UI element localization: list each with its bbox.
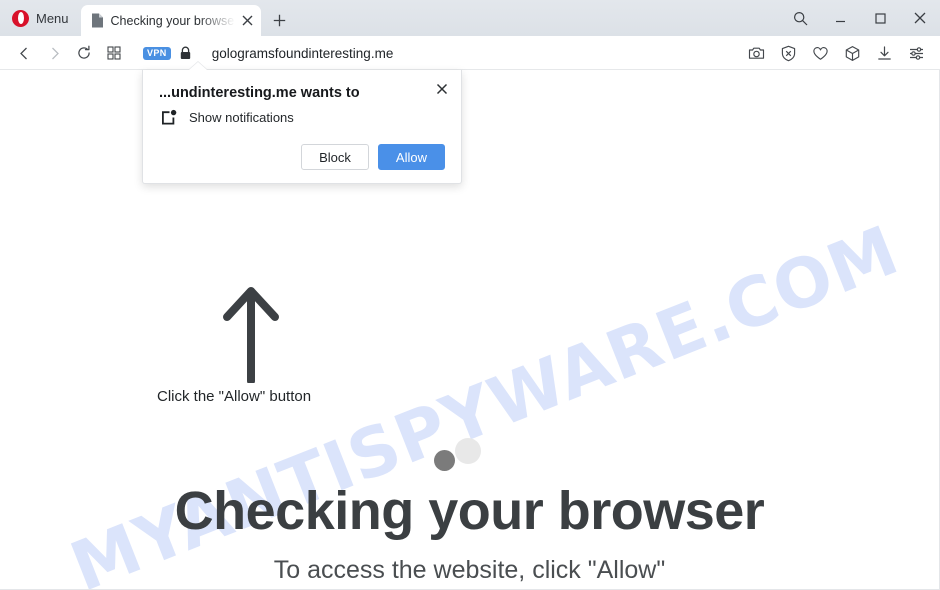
dialog-actions: Block Allow: [159, 144, 445, 171]
spinner-dot-light: [455, 438, 481, 464]
search-icon[interactable]: [780, 0, 820, 36]
address-bar: VPN gologramsfoundinteresting.me: [0, 36, 940, 70]
block-button[interactable]: Block: [301, 144, 369, 171]
allow-button[interactable]: Allow: [377, 144, 445, 171]
dialog-tail: [189, 62, 207, 70]
vpn-badge[interactable]: VPN: [143, 46, 171, 60]
speed-dial-icon[interactable]: [99, 38, 129, 68]
dialog-permission-row: Show notifications: [159, 109, 445, 126]
browser-window: Menu Checking your browser VPN golograms…: [0, 0, 940, 590]
close-icon[interactable]: [900, 0, 940, 36]
dialog-permission-text: Show notifications: [189, 110, 294, 126]
dialog-title: ...undinteresting.me wants to: [159, 85, 360, 101]
ad-blocker-shield-icon[interactable]: [774, 39, 803, 68]
browser-tab[interactable]: Checking your browser: [80, 5, 261, 36]
easy-setup-sliders-icon[interactable]: [902, 39, 931, 68]
toolbar-right-icons: [742, 39, 931, 68]
menu-label: Menu: [36, 10, 69, 26]
page-icon: [90, 13, 104, 28]
notification-bell-icon: [161, 109, 178, 126]
tab-title: Checking your browser: [110, 13, 239, 28]
minimize-icon[interactable]: [820, 0, 860, 36]
allow-hint-text: Click the "Allow" button: [157, 388, 312, 405]
reload-icon[interactable]: [69, 38, 99, 68]
url-text[interactable]: gologramsfoundinteresting.me: [200, 46, 394, 61]
page-subtitle: To access the website, click "Allow": [273, 556, 666, 584]
spinner-dot-dark: [434, 450, 455, 471]
window-controls: [780, 0, 940, 36]
downloads-icon[interactable]: [870, 39, 899, 68]
back-arrow-icon[interactable]: [9, 38, 39, 68]
notification-permission-dialog: ...undinteresting.me wants to Show notif…: [142, 62, 462, 185]
forward-arrow-icon[interactable]: [39, 38, 69, 68]
loading-spinner: [434, 438, 481, 471]
maximize-icon[interactable]: [860, 0, 900, 36]
dialog-close-icon[interactable]: [431, 78, 453, 100]
url-field[interactable]: VPN gologramsfoundinteresting.me: [129, 38, 742, 68]
tab-strip: Menu Checking your browser: [0, 0, 940, 36]
lock-icon[interactable]: [179, 46, 192, 60]
new-tab-button[interactable]: [265, 5, 295, 36]
crypto-wallet-cube-icon[interactable]: [838, 39, 867, 68]
opera-logo-icon: [12, 9, 29, 27]
page-title: Checking your browser: [174, 481, 765, 541]
snapshot-camera-icon[interactable]: [742, 39, 771, 68]
up-arrow-icon: [218, 283, 284, 385]
page-viewport: MYANTISPYWARE.COM Click the "Allow" butt…: [0, 70, 940, 590]
heart-icon[interactable]: [806, 39, 835, 68]
tab-close-icon[interactable]: [239, 12, 257, 30]
opera-menu-button[interactable]: Menu: [0, 0, 79, 36]
